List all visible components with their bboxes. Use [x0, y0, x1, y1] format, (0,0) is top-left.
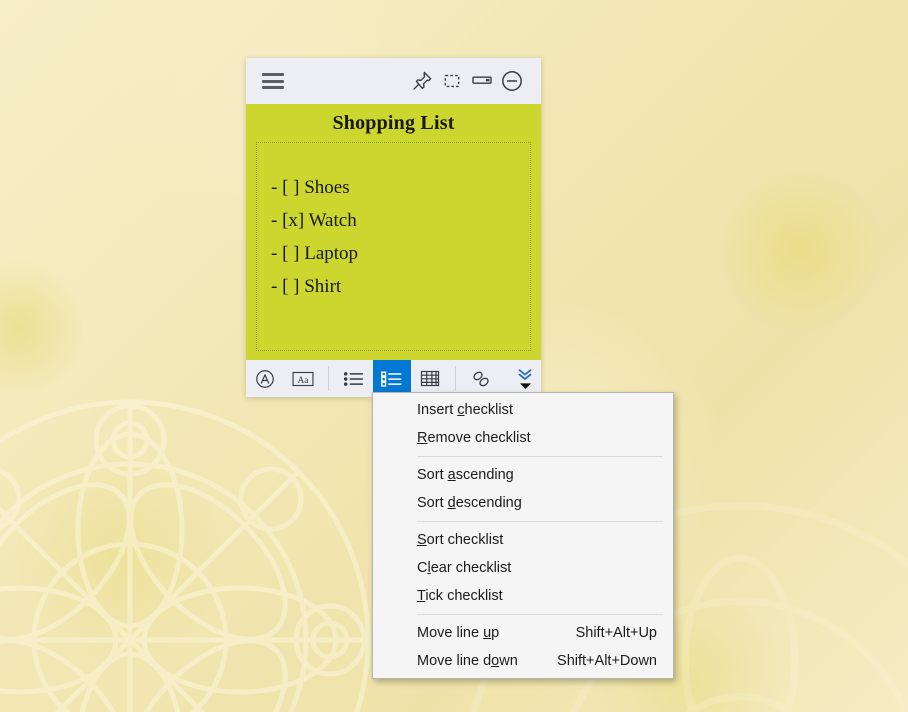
- circle-minus-icon: [502, 71, 522, 91]
- menu-item-shortcut: Shift+Alt+Up: [575, 625, 657, 641]
- menu-item-sort-descending[interactable]: Sort descending: [373, 489, 673, 517]
- menu-item-shortcut: Shift+Alt+Down: [557, 653, 657, 669]
- toolbar-separator: [328, 366, 329, 391]
- checklist-line[interactable]: - [ ] Shirt: [271, 270, 530, 303]
- note-body-container: - [ ] Shoes - [x] Watch - [ ] Laptop - […: [246, 142, 541, 359]
- menu-item-label: Sort checklist: [417, 532, 504, 548]
- toolbar-group-font: Aa: [246, 360, 322, 397]
- hamburger-icon[interactable]: [262, 73, 284, 89]
- checklist-line[interactable]: - [ ] Shoes: [271, 171, 530, 204]
- select-button[interactable]: [437, 66, 467, 96]
- sticky-note-window[interactable]: Shopping List - [ ] Shoes - [x] Watch - …: [246, 58, 541, 398]
- svg-text:Aa: Aa: [297, 375, 309, 385]
- checklist-context-menu[interactable]: Insert checklist Remove checklist Sort a…: [372, 392, 674, 679]
- checklist-line[interactable]: - [x] Watch: [271, 204, 530, 237]
- menu-item-move-line-up[interactable]: Move line up Shift+Alt+Up: [373, 619, 673, 647]
- menu-item-remove-checklist[interactable]: Remove checklist: [373, 424, 673, 452]
- menu-item-move-line-down[interactable]: Move line down Shift+Alt+Down: [373, 647, 673, 675]
- menu-item-insert-checklist[interactable]: Insert checklist: [373, 396, 673, 424]
- desktop-wallpaper: Shopping List - [ ] Shoes - [x] Watch - …: [0, 0, 908, 712]
- rollup-button[interactable]: [467, 66, 497, 96]
- pin-button[interactable]: [407, 66, 437, 96]
- menu-item-tick-checklist[interactable]: Tick checklist: [373, 582, 673, 610]
- wallpaper-ornament-icon: [0, 399, 371, 712]
- note-title-bar: Shopping List: [246, 104, 541, 142]
- triangle-down-icon: [519, 382, 531, 389]
- menu-separator: [417, 456, 663, 457]
- rollup-bar-icon: [472, 76, 492, 84]
- bullet-list-icon: [343, 371, 364, 386]
- menu-item-label: Move line up: [417, 625, 500, 641]
- double-chevron-down-icon: [518, 368, 532, 380]
- menu-item-label: Sort ascending: [417, 467, 514, 483]
- menu-item-label: Move line down: [417, 653, 518, 669]
- menu-separator: [417, 614, 663, 615]
- toolbar-separator: [455, 366, 456, 391]
- checklist-icon: [381, 370, 402, 387]
- close-button[interactable]: [497, 66, 527, 96]
- menu-item-label: Clear checklist: [417, 560, 512, 576]
- menu-item-sort-checklist[interactable]: Sort checklist: [373, 526, 673, 554]
- table-grid-icon: [420, 370, 440, 386]
- page-title: Shopping List: [332, 111, 455, 134]
- pushpin-icon: [413, 71, 432, 90]
- circled-a-icon: [256, 369, 274, 388]
- font-size-button[interactable]: Aa: [284, 360, 322, 398]
- note-text-area[interactable]: - [ ] Shoes - [x] Watch - [ ] Laptop - […: [256, 142, 531, 351]
- menu-item-clear-checklist[interactable]: Clear checklist: [373, 554, 673, 582]
- font-style-button[interactable]: [246, 360, 284, 398]
- chain-link-icon: [473, 371, 489, 386]
- menu-item-label: Sort descending: [417, 495, 522, 511]
- menu-item-label: Insert checklist: [417, 402, 513, 418]
- menu-item-label: Remove checklist: [417, 430, 531, 446]
- note-titlebar[interactable]: [246, 58, 541, 104]
- dashed-square-icon: [444, 74, 460, 88]
- menu-item-label: Tick checklist: [417, 588, 503, 604]
- menu-item-sort-ascending[interactable]: Sort ascending: [373, 461, 673, 489]
- boxed-aa-icon: Aa: [292, 371, 314, 386]
- menu-separator: [417, 521, 663, 522]
- bullet-list-button[interactable]: [335, 360, 373, 398]
- checklist-line[interactable]: - [ ] Laptop: [271, 237, 530, 270]
